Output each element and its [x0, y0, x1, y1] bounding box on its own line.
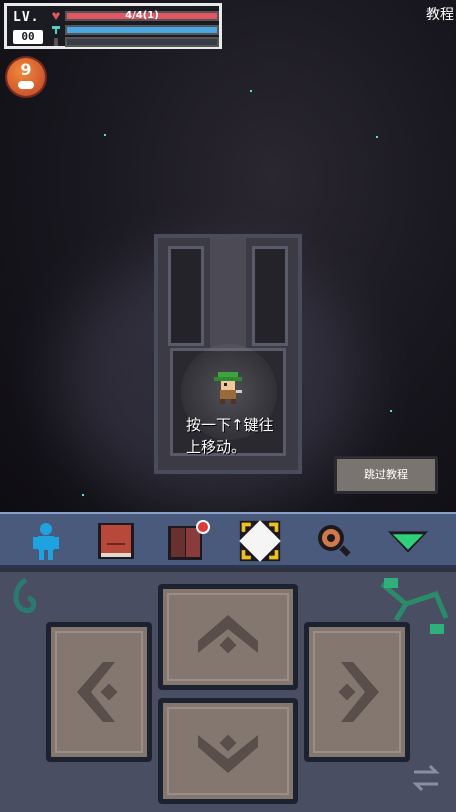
down-arrow-icon [198, 734, 258, 773]
energy-icon [54, 38, 58, 46]
target-button[interactable] [238, 520, 282, 562]
coin-count: 9 [20, 60, 32, 79]
collapse-arrow-icon [387, 531, 429, 553]
magnifier-icon [318, 525, 351, 557]
coin-counter[interactable]: 9 [7, 58, 45, 96]
target-highlight-icon [239, 520, 281, 562]
skip-tutorial-button[interactable]: 跳过教程 [334, 456, 438, 494]
star [104, 134, 106, 136]
book-button[interactable] [94, 520, 138, 562]
wall-left [168, 246, 204, 346]
hp-text: 4/4(1) [125, 10, 159, 21]
corridor [210, 238, 246, 348]
book-icon [98, 523, 134, 559]
heart-icon [52, 12, 60, 20]
wall-right [252, 246, 288, 346]
swap-icon[interactable] [410, 764, 442, 792]
dpad-right-button[interactable] [304, 622, 410, 762]
hp-bar: 4/4(1) [65, 10, 219, 21]
armor-bar [65, 25, 219, 35]
screen-title: 教程 [426, 7, 454, 23]
energy-bar [65, 37, 219, 47]
level-value: 00 [13, 30, 43, 44]
star [250, 90, 252, 92]
star [376, 136, 378, 138]
search-button[interactable] [312, 520, 356, 562]
level-label: LV. [13, 10, 40, 25]
shield-icon [52, 26, 60, 34]
left-arrow-icon [77, 662, 118, 722]
dpad-left-button[interactable] [46, 622, 152, 762]
star [82, 494, 84, 496]
dpad-up-button[interactable] [158, 584, 298, 690]
right-arrow-icon [338, 662, 379, 722]
tutorial-hint: 按一下↑键往上移动。 [186, 416, 274, 456]
character-icon [33, 523, 59, 560]
gamepad-icon [18, 81, 34, 89]
collapse-button[interactable] [386, 520, 430, 562]
notebook-button[interactable] [166, 520, 210, 562]
up-arrow-icon [198, 615, 258, 654]
vine-decoration-left [13, 577, 37, 614]
notebook-alert-icon [168, 520, 210, 560]
hero-character [214, 372, 242, 404]
character-button[interactable] [24, 520, 68, 562]
status-hud: LV. 00 4/4(1) [4, 3, 222, 49]
dpad-down-button[interactable] [158, 698, 298, 804]
control-panel [0, 568, 456, 812]
toolbar [0, 512, 456, 568]
game-stage: 按一下↑键往上移动。 跳过教程 [0, 0, 456, 512]
star [390, 410, 392, 412]
